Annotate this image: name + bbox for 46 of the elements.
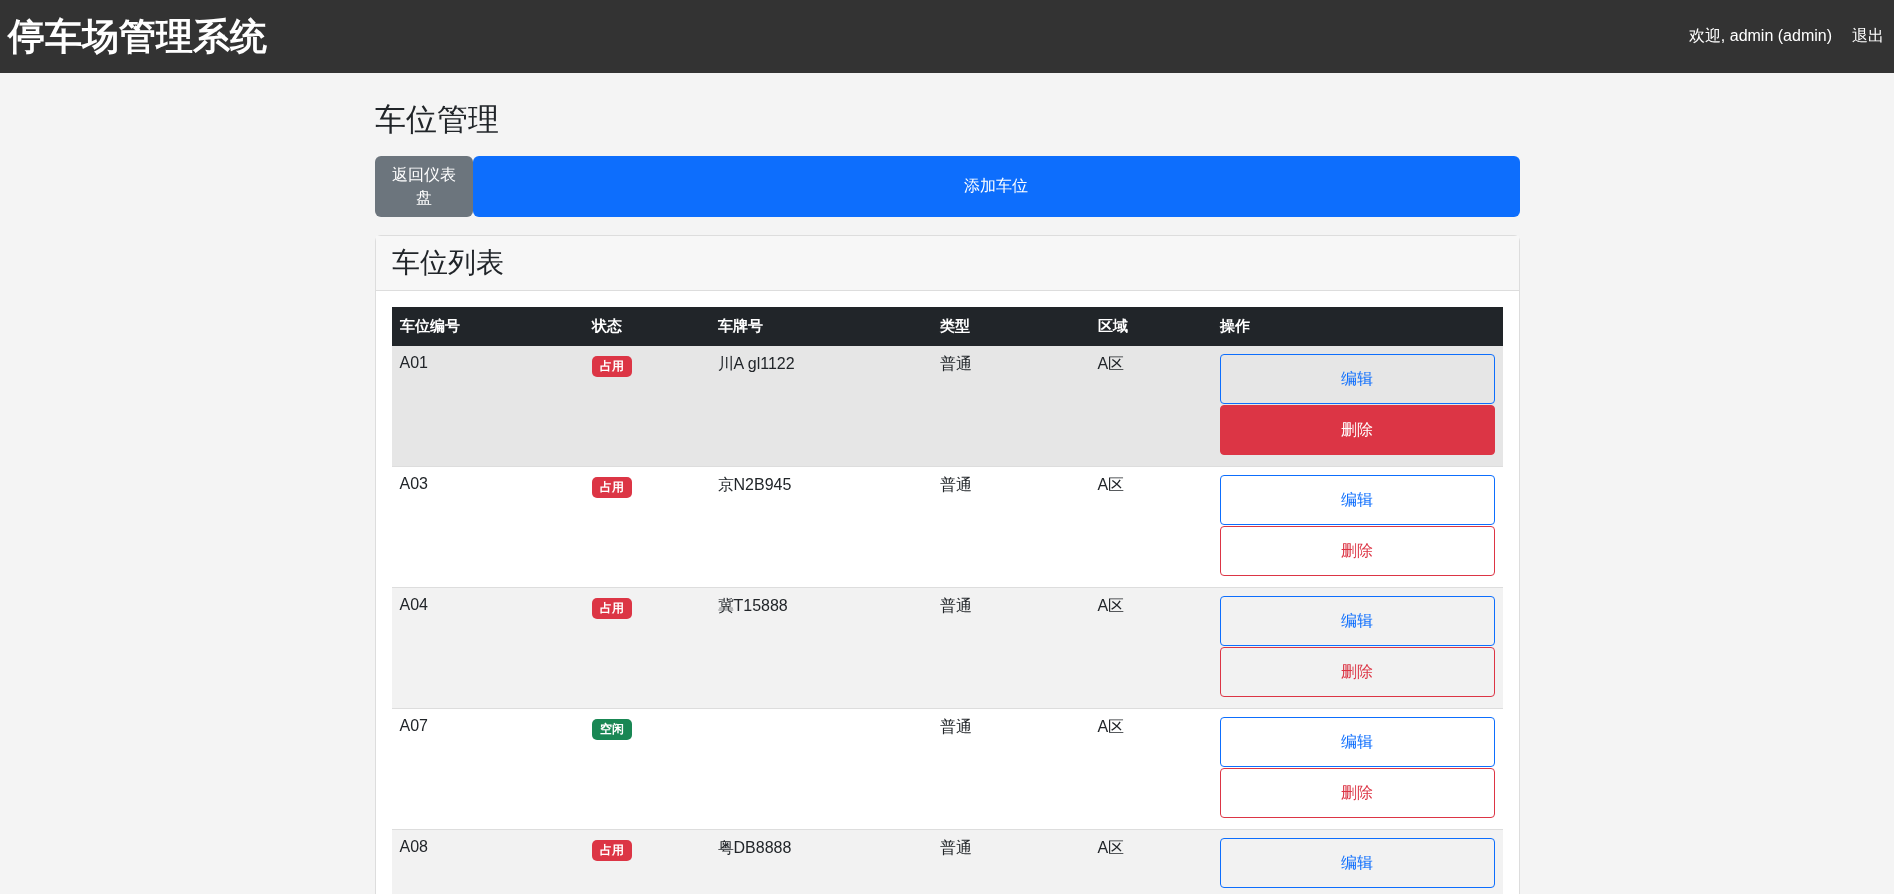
table-cell: A07 (399, 717, 428, 734)
table-cell: 川A gl1122 (717, 355, 795, 372)
delete-button[interactable]: 删除 (1219, 647, 1495, 697)
edit-button[interactable]: 编辑 (1219, 838, 1495, 888)
column-header: 状态 (583, 307, 710, 346)
table-cell: A区 (1097, 839, 1125, 856)
table-cell: A01 (399, 354, 428, 371)
card-title: 车位列表 (375, 236, 1519, 291)
table-cell: A区 (1097, 597, 1125, 614)
status-badge: 占用 (591, 598, 632, 619)
page-title: 车位管理 (374, 101, 500, 139)
table-cell: 冀T15888 (717, 597, 788, 614)
back-button[interactable]: 返回仪表盘 (374, 156, 473, 217)
column-header: 车牌号 (709, 307, 932, 346)
delete-button[interactable]: 删除 (1219, 405, 1495, 455)
table-cell: A区 (1097, 476, 1125, 493)
table-cell: 普通 (939, 355, 972, 372)
edit-button[interactable]: 编辑 (1219, 596, 1495, 646)
brand-title: 停车场管理系统 (8, 14, 267, 59)
status-badge: 占用 (591, 840, 632, 861)
table-cell: 普通 (939, 718, 972, 735)
table-cell: A04 (399, 596, 428, 613)
table-cell: A08 (399, 838, 428, 855)
status-badge: 占用 (591, 477, 632, 498)
column-header: 区域 (1089, 307, 1212, 346)
status-badge: 占用 (591, 356, 632, 377)
edit-button[interactable]: 编辑 (1219, 475, 1495, 525)
welcome-text: 欢迎, admin (admin) (1688, 26, 1832, 46)
table-cell: 粤DB8888 (717, 839, 792, 856)
table-cell: A区 (1097, 718, 1125, 735)
column-header: 车位编号 (391, 307, 584, 346)
status-badge: 空闲 (591, 719, 632, 740)
add-button[interactable]: 添加车位 (472, 156, 1520, 217)
table-cell: A03 (399, 475, 428, 492)
table-cell: 普通 (939, 476, 972, 493)
column-header: 操作 (1211, 307, 1503, 346)
delete-button[interactable]: 删除 (1219, 768, 1495, 818)
logout-link[interactable]: 退出 (1852, 26, 1884, 47)
table-cell: 普通 (939, 839, 972, 856)
edit-button[interactable]: 编辑 (1219, 354, 1495, 404)
table-cell: A区 (1097, 355, 1125, 372)
table-cell: 普通 (939, 597, 972, 614)
delete-button[interactable]: 删除 (1219, 526, 1495, 576)
edit-button[interactable]: 编辑 (1219, 717, 1495, 767)
table-cell: 京N2B945 (717, 476, 792, 493)
column-header: 类型 (931, 307, 1090, 346)
